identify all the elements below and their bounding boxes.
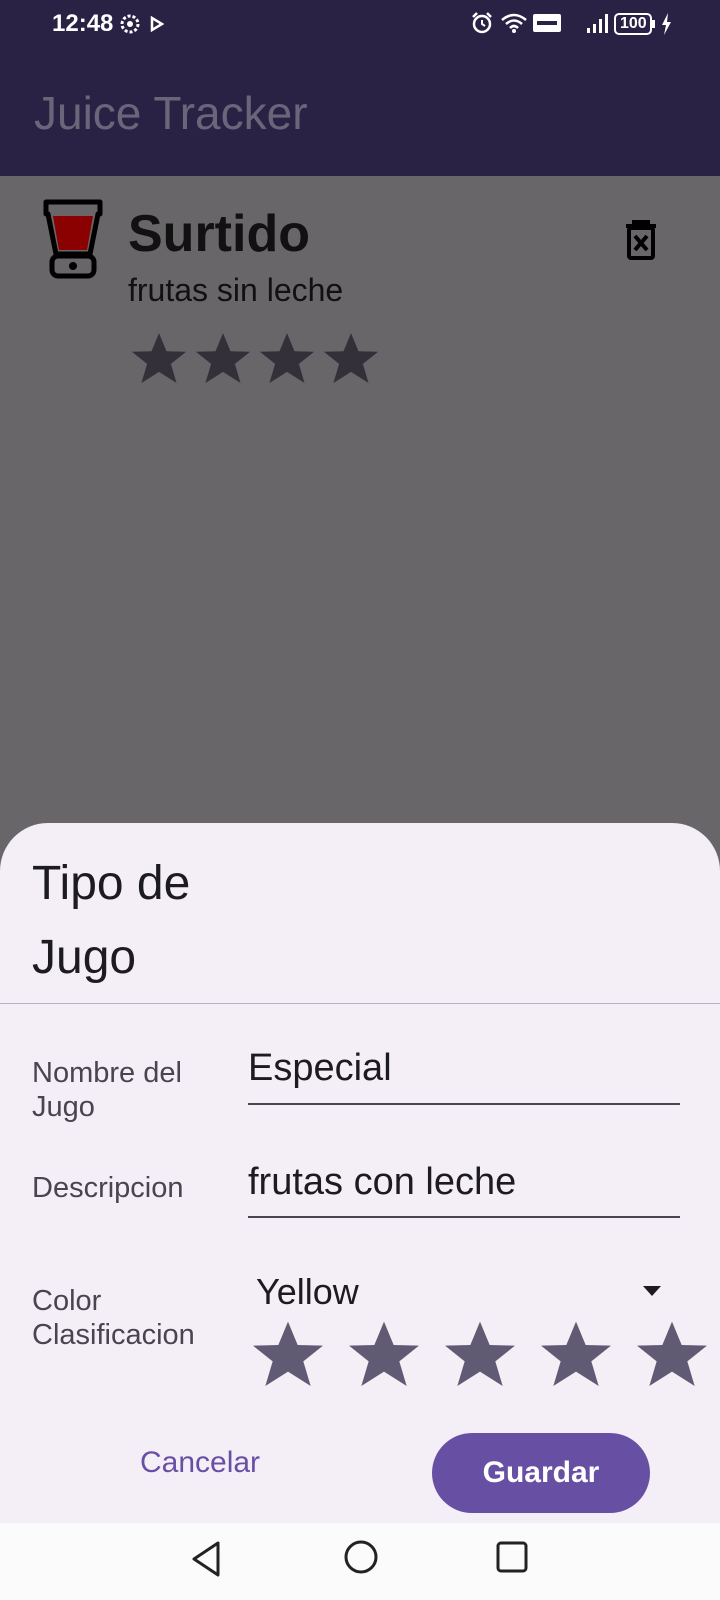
delete-icon[interactable]: [618, 216, 664, 262]
description-input[interactable]: [248, 1161, 680, 1204]
top-app-bar: Juice Tracker: [0, 48, 720, 176]
juice-description: frutas sin leche: [128, 272, 344, 308]
charging-icon: [662, 13, 671, 35]
juice-name: Surtido: [128, 205, 310, 263]
system-navigation-bar: [0, 1523, 720, 1600]
play-icon: [150, 16, 164, 32]
status-time: 12:48: [52, 10, 114, 37]
juice-blender-icon: [43, 199, 103, 279]
star-icon: [323, 333, 379, 384]
recents-icon[interactable]: [496, 1541, 528, 1573]
juice-list-item[interactable]: Surtido frutas sin leche: [0, 176, 720, 406]
color-dropdown[interactable]: Yellow: [256, 1271, 662, 1315]
rating-label: Clasificacion: [32, 1319, 195, 1351]
description-underline: [248, 1216, 680, 1218]
name-input[interactable]: [248, 1047, 680, 1090]
battery-level: 100: [620, 15, 647, 32]
star-icon: [195, 333, 251, 384]
cancel-button[interactable]: Cancelar: [120, 1433, 280, 1493]
rating-bar[interactable]: [248, 1315, 712, 1395]
name-label: Nombre del Jugo: [32, 1057, 182, 1123]
star-icon: [131, 333, 187, 384]
color-dropdown-value: Yellow: [256, 1271, 359, 1312]
signal-icon: [587, 14, 608, 33]
star-icon[interactable]: [536, 1315, 616, 1395]
home-icon[interactable]: [343, 1539, 379, 1575]
sheet-title: Tipo de Jugo: [32, 857, 191, 984]
star-icon[interactable]: [344, 1315, 424, 1395]
settings-gear-icon: [120, 14, 140, 34]
color-label: Color: [32, 1285, 102, 1317]
star-icon[interactable]: [632, 1315, 712, 1395]
volte-icon: [533, 14, 561, 32]
save-button[interactable]: Guardar: [432, 1433, 650, 1513]
star-icon[interactable]: [440, 1315, 520, 1395]
name-underline: [248, 1103, 680, 1105]
divider: [0, 1003, 720, 1004]
back-icon[interactable]: [188, 1539, 224, 1579]
wifi-icon: [501, 13, 527, 33]
juice-rating: [128, 328, 382, 390]
dropdown-arrow-icon: [643, 1286, 661, 1296]
star-icon: [259, 333, 315, 384]
app-title: Juice Tracker: [34, 87, 308, 139]
status-bar: 12:48 100: [0, 0, 720, 48]
star-icon[interactable]: [248, 1315, 328, 1395]
bottom-sheet: Tipo de Jugo Nombre del Jugo Descripcion…: [0, 823, 720, 1523]
alarm-icon: [472, 12, 492, 34]
description-label: Descripcion: [32, 1172, 184, 1204]
